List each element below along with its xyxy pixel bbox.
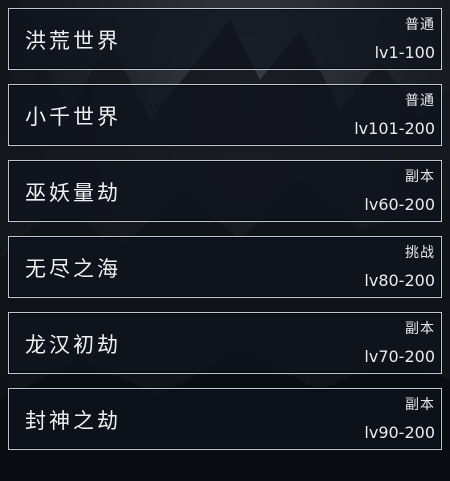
realm-card-xiaoqian[interactable]: 小千世界 普通 lv101-200 — [8, 84, 442, 146]
realm-name: 洪荒世界 — [25, 29, 121, 53]
realm-name: 封神之劫 — [25, 409, 121, 433]
realm-name: 小千世界 — [25, 105, 121, 129]
realm-type-badge: 副本 — [405, 169, 435, 185]
realm-level-range: lv80-200 — [364, 271, 435, 290]
realm-name: 龙汉初劫 — [25, 333, 121, 357]
realm-level-range: lv70-200 — [364, 347, 435, 366]
realm-level-range: lv60-200 — [364, 195, 435, 214]
realm-card-honghuang[interactable]: 洪荒世界 普通 lv1-100 — [8, 8, 442, 70]
realm-card-longhan[interactable]: 龙汉初劫 副本 lv70-200 — [8, 312, 442, 374]
realm-level-range: lv1-100 — [374, 43, 435, 62]
realm-type-badge: 挑战 — [405, 245, 435, 261]
realm-level-range: lv101-200 — [354, 119, 435, 138]
realm-type-badge: 普通 — [405, 93, 435, 109]
realm-card-wujin[interactable]: 无尽之海 挑战 lv80-200 — [8, 236, 442, 298]
realm-card-wuyao[interactable]: 巫妖量劫 副本 lv60-200 — [8, 160, 442, 222]
realm-name: 无尽之海 — [25, 257, 121, 281]
realm-type-badge: 副本 — [405, 397, 435, 413]
realm-card-fengshen[interactable]: 封神之劫 副本 lv90-200 — [8, 388, 442, 450]
realm-level-range: lv90-200 — [364, 423, 435, 442]
realm-name: 巫妖量劫 — [25, 181, 121, 205]
realm-type-badge: 副本 — [405, 321, 435, 337]
realm-type-badge: 普通 — [405, 17, 435, 33]
